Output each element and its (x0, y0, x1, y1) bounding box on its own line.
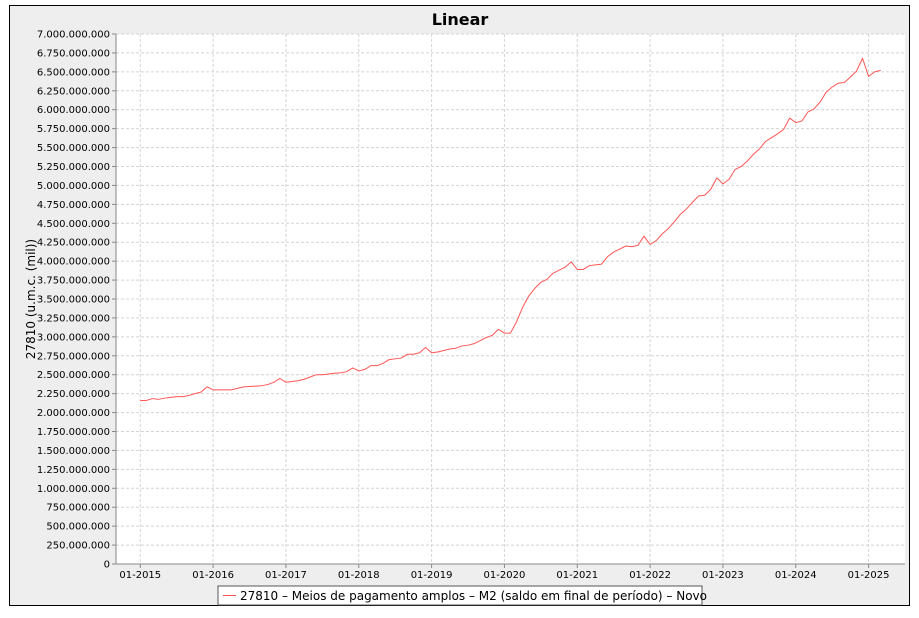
y-tick-label: 1.000.000.000 (37, 484, 110, 495)
y-axis-ticks: 0 250.000.000 500.000.000 750.000.000 1.000.… (37, 30, 116, 571)
y-tick-label: 4.500.000.000 (37, 219, 110, 230)
y-tick-label: 5.000.000.000 (37, 181, 110, 192)
x-tick-label: 01-2019 (411, 570, 453, 581)
x-tick-label: 01-2025 (848, 570, 890, 581)
y-tick-label: 3.750.000.000 (37, 276, 110, 287)
x-axis-ticks: 01-2015 01-2016 01-2017 01-2018 01-2019 01-20… (119, 564, 889, 581)
y-tick-label: 6.000.000.000 (37, 105, 110, 116)
legend: 27810 – Meios de pagamento amplos – M2 (… (217, 585, 707, 606)
y-tick-label: 6.500.000.000 (37, 67, 110, 78)
y-tick-label: 6.250.000.000 (37, 86, 110, 97)
x-tick-label: 01-2022 (629, 570, 671, 581)
y-tick-label: 5.750.000.000 (37, 124, 110, 135)
x-tick-label: 01-2016 (192, 570, 234, 581)
y-tick-label: 250.000.000 (46, 541, 110, 552)
y-tick-label: 4.000.000.000 (37, 257, 110, 268)
x-tick-label: 01-2017 (265, 570, 307, 581)
y-tick-label: 3.000.000.000 (37, 332, 110, 343)
chart-frame: Linear 0 250.000.000 500.000.000 750.000.00… (9, 5, 910, 606)
y-tick-label: 2.500.000.000 (37, 370, 110, 381)
y-tick-label: 5.500.000.000 (37, 143, 110, 154)
y-tick-label: 2.750.000.000 (37, 351, 110, 362)
y-tick-label: 4.750.000.000 (37, 200, 110, 211)
x-tick-label: 01-2020 (484, 570, 526, 581)
x-tick-label: 01-2024 (775, 570, 817, 581)
y-tick-label: 1.250.000.000 (37, 465, 110, 476)
y-tick-label: 1.750.000.000 (37, 427, 110, 438)
x-tick-label: 01-2021 (556, 570, 598, 581)
y-tick-label: 750.000.000 (46, 503, 110, 514)
chart-canvas: Linear 0 250.000.000 500.000.000 750.000.00… (24, 10, 905, 606)
chart-title: Linear (432, 10, 489, 29)
y-tick-label: 3.500.000.000 (37, 295, 110, 306)
y-tick-label: 4.250.000.000 (37, 238, 110, 249)
y-tick-label: 500.000.000 (46, 522, 110, 533)
x-tick-label: 01-2018 (338, 570, 380, 581)
y-tick-label: 2.250.000.000 (37, 389, 110, 400)
x-tick-label: 01-2023 (702, 570, 744, 581)
y-tick-label: 5.250.000.000 (37, 162, 110, 173)
y-tick-label: 0 (104, 560, 110, 571)
y-tick-label: 7.000.000.000 (37, 30, 110, 41)
y-axis-label: 27810 (u.m.c. (mil)) (24, 239, 38, 359)
legend-entry-label: 27810 – Meios de pagamento amplos – M2 (… (240, 589, 707, 603)
y-tick-label: 2.000.000.000 (37, 408, 110, 419)
y-tick-label: 6.750.000.000 (37, 48, 110, 59)
y-tick-label: 3.250.000.000 (37, 313, 110, 324)
y-tick-label: 1.500.000.000 (37, 446, 110, 457)
x-tick-label: 01-2015 (119, 570, 161, 581)
